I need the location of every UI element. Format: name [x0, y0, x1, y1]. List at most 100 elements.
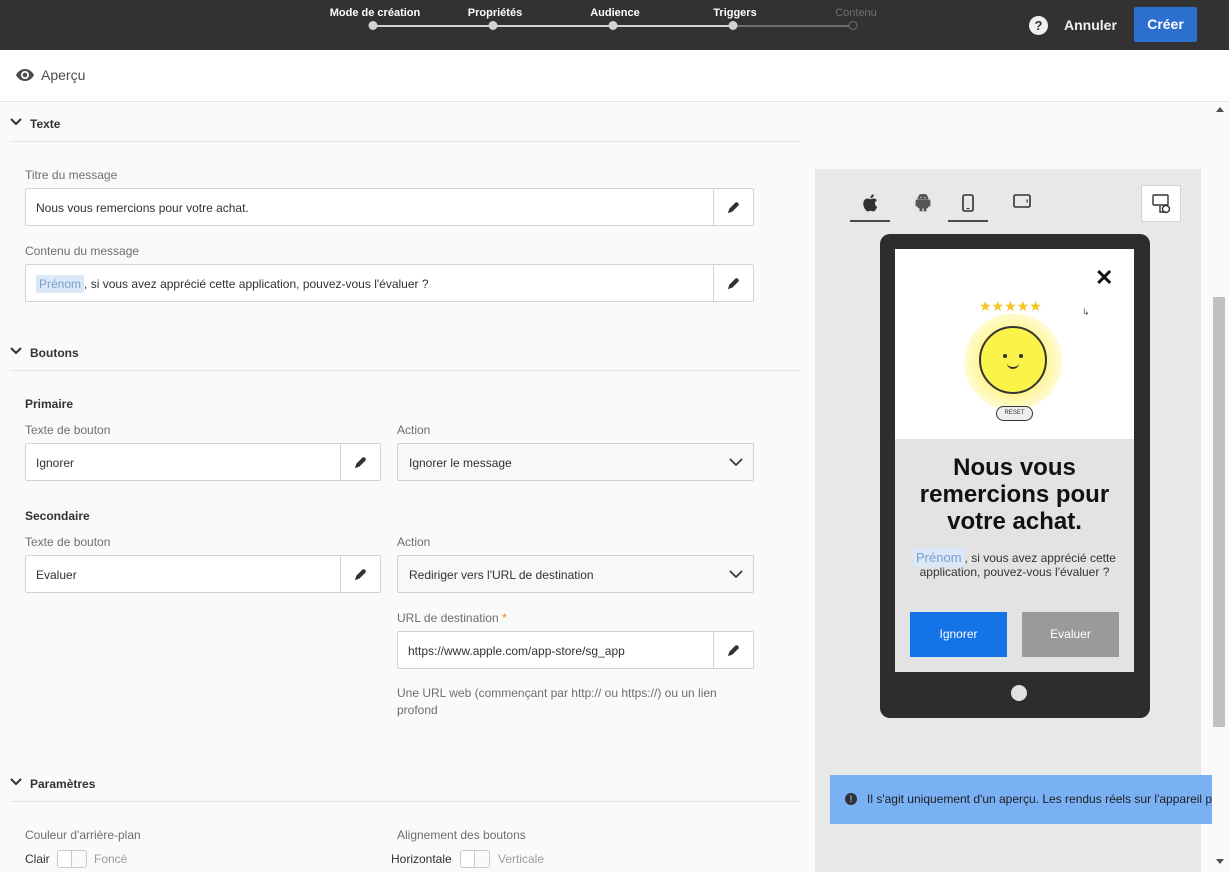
secondary-text-field[interactable]: Evaluer — [25, 555, 381, 593]
step-audience[interactable]: Audience — [590, 7, 640, 19]
step-dot — [368, 21, 378, 30]
tab-phone[interactable] — [948, 186, 988, 222]
btn-align-on-label: Horizontale — [391, 852, 452, 866]
primary-text-field[interactable]: Ignorer — [25, 443, 381, 481]
scroll-thumb[interactable] — [1213, 297, 1225, 727]
edit-button[interactable] — [713, 265, 753, 301]
btn-align-label: Alignement des boutons — [397, 828, 526, 842]
phone-frame: ✕ ★★★★★ RESET ↳ Nous vous remercions pou… — [880, 234, 1150, 718]
tab-tablet[interactable] — [1002, 186, 1042, 222]
eye-icon — [16, 69, 34, 81]
cancel-button[interactable]: Annuler — [1064, 16, 1117, 34]
step-line-pending — [733, 25, 853, 27]
chevron-down-icon — [10, 118, 22, 126]
chevron-down-icon — [10, 347, 22, 355]
message-title-value: Nous vous remercions pour votre achat. — [36, 201, 249, 215]
step-dot — [728, 21, 738, 30]
url-label: URL de destination * — [397, 611, 507, 625]
step-line-done — [373, 25, 733, 27]
section-title: Texte — [30, 117, 61, 131]
url-field[interactable]: https://www.apple.com/app-store/sg_app — [397, 631, 754, 669]
section-texte-header[interactable]: Texte — [10, 104, 800, 142]
bg-color-toggle[interactable] — [57, 850, 87, 868]
chevron-down-icon — [729, 570, 743, 579]
rating-stars: ★★★★★ — [979, 298, 1042, 314]
page-title: Aperçu — [41, 67, 86, 83]
message-content-field[interactable]: Prénom, si vous avez apprécié cette appl… — [25, 264, 754, 302]
section-title: Paramètres — [30, 777, 96, 791]
info-toast: ! Il s'agit uniquement d'un aperçu. Les … — [830, 775, 1229, 824]
message-title-field[interactable]: Nous vous remercions pour votre achat. — [25, 188, 754, 226]
edit-button[interactable] — [340, 444, 380, 480]
tab-ios[interactable] — [850, 186, 890, 222]
section-parametres-header[interactable]: Paramètres — [10, 764, 800, 802]
primary-action-value: Ignorer le message — [409, 456, 512, 470]
scrollbar[interactable] — [1212, 102, 1229, 872]
tab-android[interactable] — [903, 186, 943, 222]
preview-body: Prénom, si vous avez apprécié cette appl… — [905, 548, 1124, 579]
toast-message: Il s'agit uniquement d'un aperçu. Les re… — [867, 792, 1229, 806]
secondary-text-label: Texte de bouton — [25, 535, 111, 549]
step-proprietes[interactable]: Propriétés — [468, 7, 522, 19]
preview-primary-button[interactable]: Ignorer — [910, 612, 1007, 657]
primary-subtitle: Primaire — [25, 397, 74, 411]
chevron-down-icon — [10, 778, 22, 786]
btn-align-toggle[interactable] — [460, 850, 490, 868]
step-dot — [608, 21, 618, 30]
device-preview-panel: ✕ ★★★★★ RESET ↳ Nous vous remercions pou… — [815, 169, 1201, 872]
step-contenu[interactable]: Contenu — [835, 7, 877, 19]
rotate-device-button[interactable] — [1141, 185, 1181, 222]
edit-button[interactable] — [340, 556, 380, 592]
home-button — [1011, 685, 1027, 701]
pencil-icon — [728, 645, 739, 656]
bg-color-label: Couleur d'arrière-plan — [25, 828, 141, 842]
android-icon — [915, 194, 931, 212]
pencil-icon — [728, 278, 739, 289]
personalization-token[interactable]: Prénom — [36, 275, 85, 293]
main-content: Texte Titre du message Nous vous remerci… — [0, 102, 1229, 872]
section-boutons-header[interactable]: Boutons — [10, 333, 800, 371]
step-triggers[interactable]: Triggers — [713, 7, 756, 19]
pencil-icon — [355, 569, 366, 580]
scroll-up-arrow[interactable] — [1216, 107, 1224, 112]
secondary-text-value: Evaluer — [36, 568, 77, 582]
smiley-eye — [1019, 354, 1023, 358]
help-icon[interactable]: ? — [1029, 16, 1048, 35]
message-title-label: Titre du message — [25, 168, 118, 182]
preview-secondary-button[interactable]: Evaluer — [1022, 612, 1119, 657]
primary-text-label: Texte de bouton — [25, 423, 111, 437]
toggle-knob — [58, 851, 72, 867]
phone-icon — [962, 194, 974, 212]
rotate-icon — [1152, 194, 1171, 214]
smiley-face-icon — [979, 326, 1047, 394]
page-header: Aperçu — [0, 50, 1229, 102]
secondary-action-value: Rediriger vers l'URL de destination — [409, 568, 594, 582]
edit-button[interactable] — [713, 632, 753, 668]
tablet-icon — [1013, 194, 1031, 208]
step-dot — [848, 21, 858, 30]
secondary-action-select[interactable]: Rediriger vers l'URL de destination — [397, 555, 754, 593]
step-mode-creation[interactable]: Mode de création — [330, 7, 420, 19]
message-content-value: Prénom, si vous avez apprécié cette appl… — [36, 275, 429, 293]
message-content-text: , si vous avez apprécié cette applicatio… — [84, 277, 429, 291]
smiley-eye — [1003, 354, 1007, 358]
smiley-mouth — [1007, 362, 1019, 369]
btn-align-off-label: Verticale — [498, 852, 545, 866]
info-icon: ! — [845, 793, 857, 805]
create-button[interactable]: Créer — [1134, 7, 1197, 42]
primary-action-select[interactable]: Ignorer le message — [397, 443, 754, 481]
edit-button[interactable] — [713, 189, 753, 225]
pencil-icon — [355, 457, 366, 468]
reset-pill: RESET — [996, 406, 1033, 421]
url-label-text: URL de destination — [397, 611, 499, 625]
secondary-subtitle: Secondaire — [25, 509, 90, 523]
toggle-knob — [461, 851, 475, 867]
close-icon[interactable]: ✕ — [1095, 267, 1113, 289]
url-hint: Une URL web (commençant par http:// ou h… — [397, 686, 717, 717]
preview-title: Nous vous remercions pour votre achat. — [919, 454, 1110, 535]
scroll-down-arrow[interactable] — [1216, 859, 1224, 864]
url-value: https://www.apple.com/app-store/sg_app — [408, 644, 625, 658]
primary-action-label: Action — [397, 423, 431, 437]
pencil-icon — [728, 202, 739, 213]
primary-text-value: Ignorer — [36, 456, 75, 470]
